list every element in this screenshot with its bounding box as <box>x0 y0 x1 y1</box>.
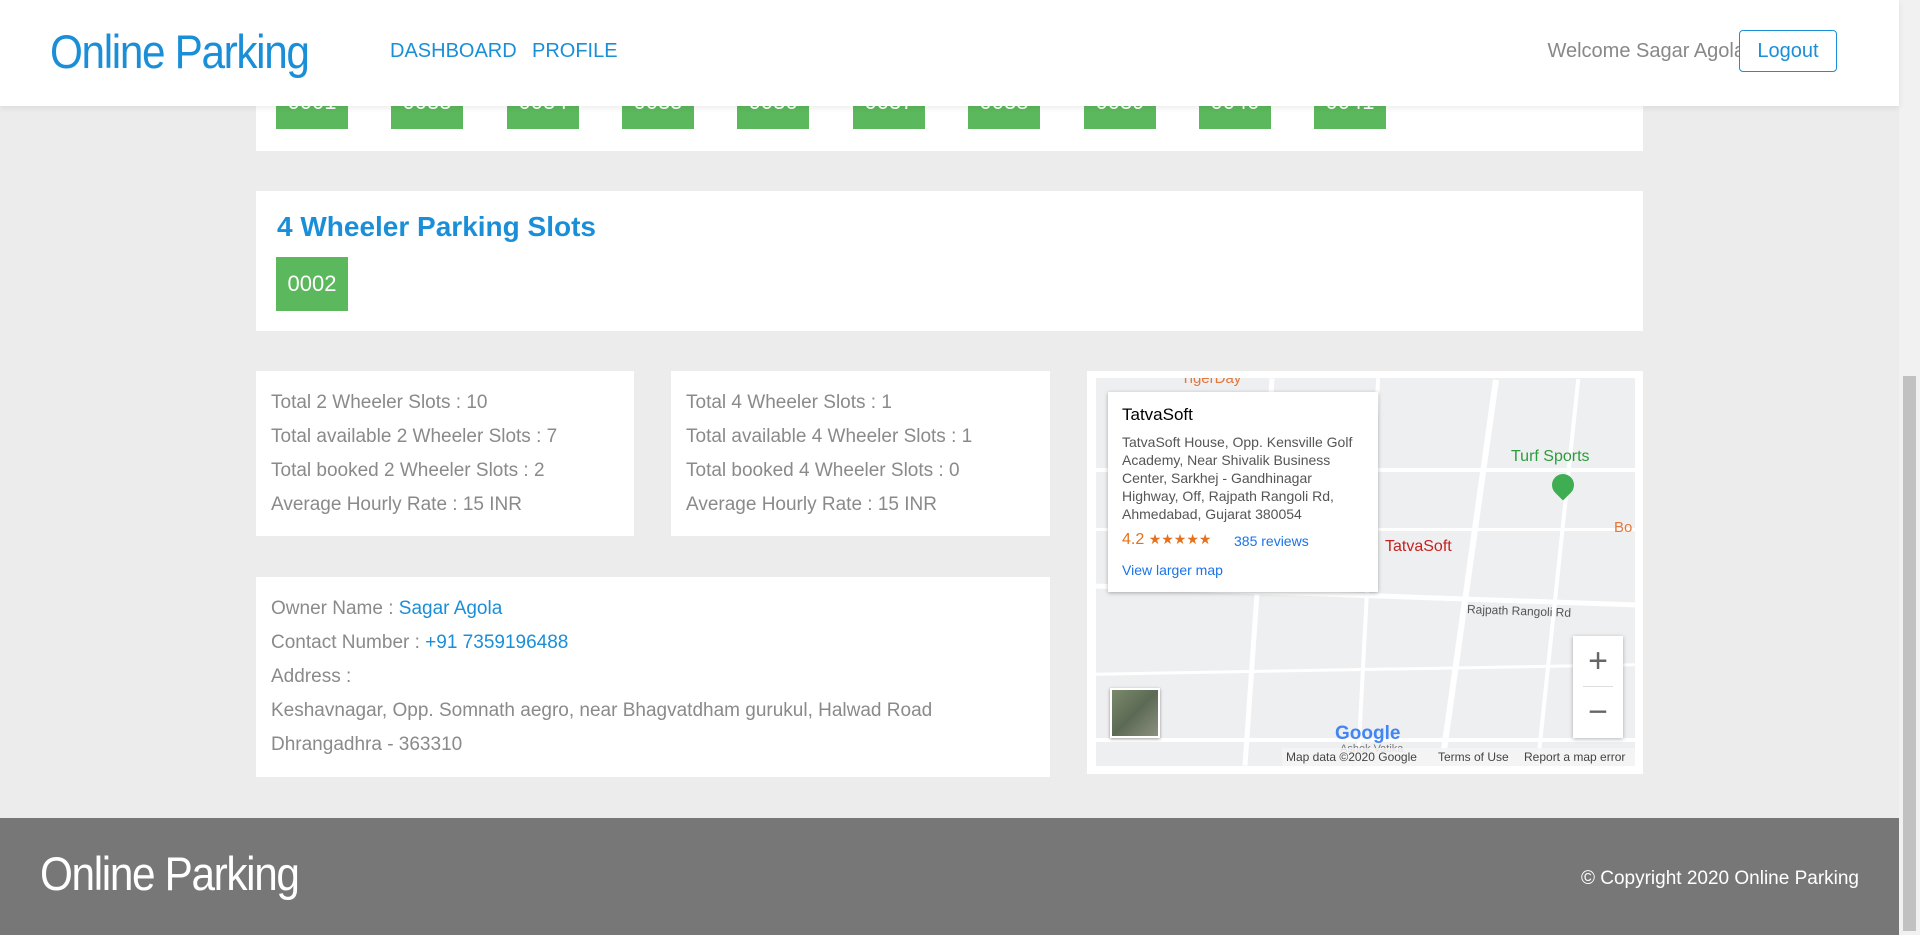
place-address: TatvaSoft House, Opp. Kensville Golf Aca… <box>1122 434 1353 522</box>
owner-panel: Owner Name : Sagar Agola Contact Number … <box>256 577 1050 777</box>
stat-2w-total: Total 2 Wheeler Slots : 10 <box>271 392 488 413</box>
map-label-marker: TatvaSoft <box>1385 538 1452 555</box>
google-logo: Google <box>1335 723 1401 744</box>
page-scrollbar[interactable] <box>1899 0 1920 935</box>
map-footer-bar: Map data ©2020 Google Terms of Use Repor… <box>1282 748 1635 766</box>
satellite-toggle[interactable] <box>1110 688 1160 738</box>
owner-name-row: Owner Name : Sagar Agola <box>271 598 502 620</box>
four-wheeler-title: 4 Wheeler Parking Slots <box>277 211 596 242</box>
map-label-edge: Bo <box>1614 519 1633 536</box>
logout-button[interactable]: Logout <box>1739 30 1837 72</box>
map-road <box>1439 379 1499 765</box>
stat-4w-total: Total 4 Wheeler Slots : 1 <box>686 392 892 413</box>
contact-row: Contact Number : +91 7359196488 <box>271 632 568 654</box>
four-wheeler-stats: Total 4 Wheeler Slots : 1 Total availabl… <box>671 371 1050 536</box>
address-label: Address : <box>271 666 352 687</box>
address-line1: Keshavnagar, Opp. Somnath aegro, near Bh… <box>271 700 933 721</box>
reviews-link[interactable]: 385 reviews <box>1234 533 1309 549</box>
map-label-turf: Turf Sports <box>1511 448 1590 465</box>
report-error-link[interactable]: Report a map error <box>1524 750 1625 764</box>
nav-profile[interactable]: PROFILE <box>532 40 618 63</box>
place-info-card: TatvaSoft TatvaSoft House, Opp. Kensvill… <box>1108 392 1378 592</box>
rating-value: 4.2 <box>1122 531 1145 548</box>
map-label-road: Rajpath Rangoli Rd <box>1466 602 1572 620</box>
scrollbar-thumb[interactable] <box>1903 376 1916 931</box>
map-road <box>1096 663 1635 676</box>
four-wheeler-panel: 4 Wheeler Parking Slots 0002 <box>256 191 1643 331</box>
stat-2w-rate: Average Hourly Rate : 15 INR <box>271 494 522 515</box>
place-name: TatvaSoft <box>1122 405 1193 424</box>
owner-name-label: Owner Name : <box>271 598 399 619</box>
stat-4w-rate: Average Hourly Rate : 15 INR <box>686 494 937 515</box>
brand-logo[interactable]: Online Parking <box>50 24 310 79</box>
zoom-in-button[interactable]: + <box>1573 636 1623 686</box>
two-wheeler-stats: Total 2 Wheeler Slots : 10 Total availab… <box>256 371 634 536</box>
welcome-text: Welcome Sagar Agola <box>1547 40 1745 62</box>
stat-2w-booked: Total booked 2 Wheeler Slots : 2 <box>271 460 545 481</box>
owner-name-link[interactable]: Sagar Agola <box>399 598 503 619</box>
view-larger-map-link[interactable]: View larger map <box>1122 562 1223 578</box>
stat-4w-booked: Total booked 4 Wheeler Slots : 0 <box>686 460 960 481</box>
star-rating-icon: ★★★★★ <box>1148 531 1212 547</box>
zoom-controls: + − <box>1573 636 1623 738</box>
contact-label: Contact Number : <box>271 632 426 653</box>
address-line2: Dhrangadhra - 363310 <box>271 734 463 755</box>
stat-4w-available: Total available 4 Wheeler Slots : 1 <box>686 426 973 447</box>
turf-pin-icon <box>1547 469 1579 501</box>
contact-link[interactable]: +91 7359196488 <box>425 632 568 653</box>
slot-4w-0002[interactable]: 0002 <box>276 257 348 311</box>
navbar: Online Parking DASHBOARD PROFILE Welcome… <box>0 0 1899 106</box>
rating-row: 4.2 ★★★★★ <box>1122 531 1211 549</box>
footer: Online Parking © Copyright 2020 Online P… <box>0 818 1899 935</box>
terms-link[interactable]: Terms of Use <box>1438 750 1509 764</box>
nav-dashboard[interactable]: DASHBOARD <box>390 40 517 63</box>
footer-brand: Online Parking <box>40 847 300 900</box>
map-label-tigerday: TigerDay <box>1181 378 1242 387</box>
map-data-text: Map data ©2020 Google <box>1286 750 1417 764</box>
stat-2w-available: Total available 2 Wheeler Slots : 7 <box>271 426 558 447</box>
zoom-out-button[interactable]: − <box>1573 687 1623 737</box>
copyright-text: © Copyright 2020 Online Parking <box>1580 868 1859 889</box>
